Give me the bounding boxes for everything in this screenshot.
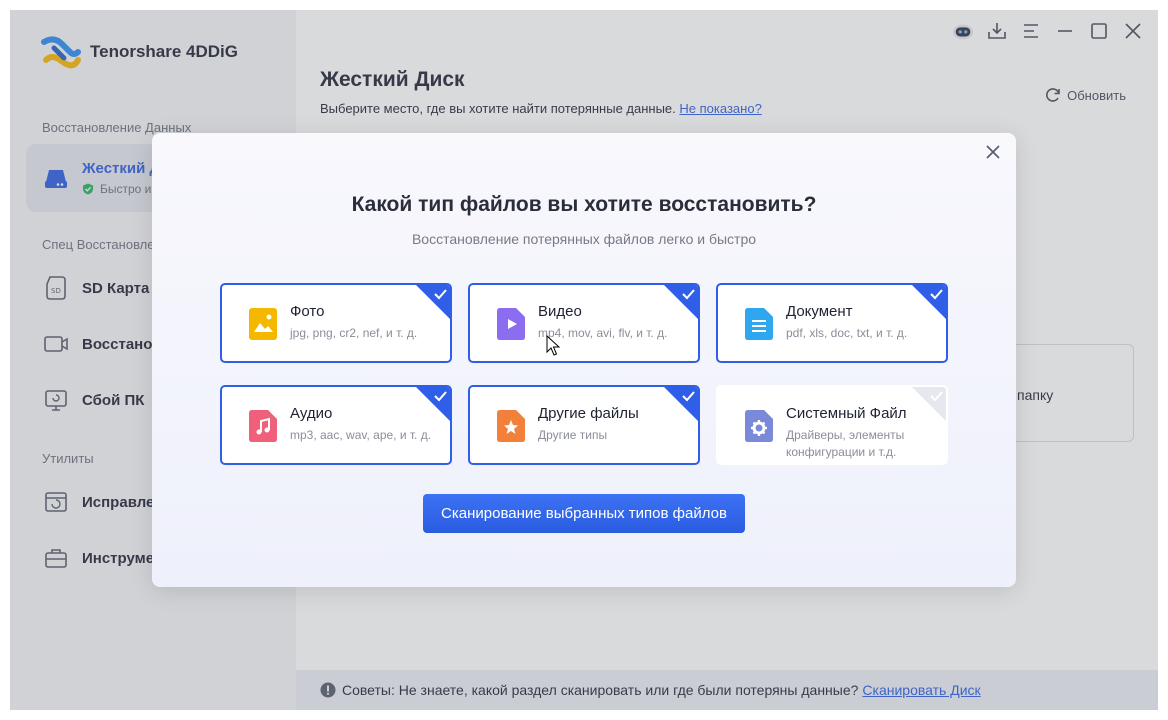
file-type-card-photo[interactable]: Фото jpg, png, cr2, nef, и т. д. [220, 283, 452, 363]
file-type-card-document[interactable]: Документ pdf, xls, doc, txt, и т. д. [716, 283, 948, 363]
file-type-card-system[interactable]: Системный Файл Драйверы, элементы конфиг… [716, 385, 948, 465]
card-title: Другие файлы [538, 405, 639, 422]
checked-corner-icon [664, 387, 698, 421]
card-subtitle: pdf, xls, doc, txt, и т. д. [786, 326, 908, 340]
other-files-icon [497, 410, 525, 442]
document-icon [745, 308, 773, 340]
file-type-card-video[interactable]: Видео mp4, mov, avi, flv, и т. д. [468, 283, 700, 363]
dialog-close-button[interactable] [980, 139, 1006, 165]
card-subtitle: Другие типы [538, 428, 608, 442]
unchecked-corner-icon [912, 387, 946, 421]
checked-corner-icon [416, 387, 450, 421]
card-title: Системный Файл [786, 405, 907, 422]
card-subtitle: Драйверы, элементы конфигурации и т.д. [786, 428, 905, 459]
video-icon [497, 308, 525, 340]
close-icon [986, 145, 1000, 159]
checked-corner-icon [664, 285, 698, 319]
photo-icon [249, 308, 277, 340]
system-file-icon [745, 410, 773, 442]
file-type-card-audio[interactable]: Аудио mp3, aac, wav, ape, и т. д. [220, 385, 452, 465]
card-title: Документ [786, 303, 853, 320]
card-subtitle: jpg, png, cr2, nef, и т. д. [290, 326, 418, 340]
checked-corner-icon [912, 285, 946, 319]
card-title: Аудио [290, 405, 333, 422]
audio-icon [249, 410, 277, 442]
card-title: Видео [538, 303, 582, 320]
scan-selected-types-button[interactable]: Сканирование выбранных типов файлов [423, 494, 745, 533]
card-subtitle: mp4, mov, avi, flv, и т. д. [538, 326, 668, 340]
dialog-title: Какой тип файлов вы хотите восстановить? [351, 193, 817, 216]
file-type-card-other[interactable]: Другие файлы Другие типы [468, 385, 700, 465]
checked-corner-icon [416, 285, 450, 319]
mouse-cursor-icon [546, 335, 560, 356]
card-subtitle: mp3, aac, wav, ape, и т. д. [290, 428, 432, 442]
dialog-subtitle: Восстановление потерянных файлов легко и… [411, 231, 757, 247]
app-window: Tenorshare 4DDiG Восстановление Данных Ж… [10, 10, 1158, 710]
card-title: Фото [290, 303, 325, 320]
file-type-dialog: Какой тип файлов вы хотите восстановить?… [152, 133, 1016, 587]
